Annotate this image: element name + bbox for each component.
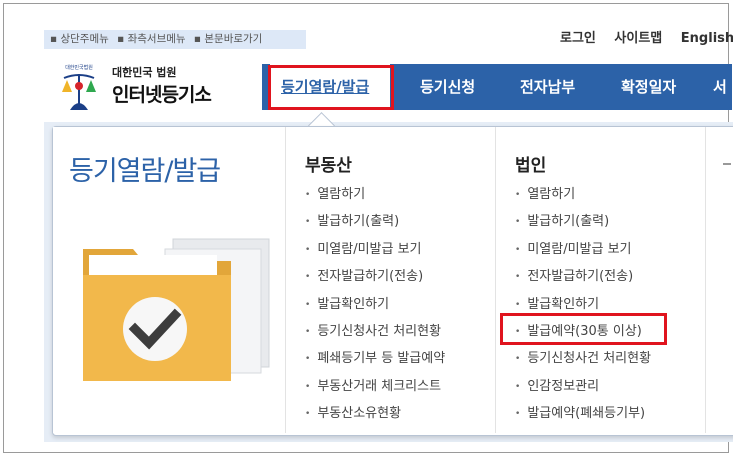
column-real-estate: 부동산 열람하기 발급하기(출력) 미열람/미발급 보기 전자발급하기(전송) …	[285, 127, 495, 433]
menu-item[interactable]: 발급예약(폐쇄등기부)	[515, 400, 651, 427]
menu-item[interactable]: 부동산소유현황	[305, 400, 445, 427]
menu-item[interactable]: 전자발급하기(전송)	[305, 263, 445, 290]
menu-item[interactable]: 미열람/미발급 보기	[305, 236, 445, 263]
logo-line2: 인터넷등기소	[112, 84, 212, 106]
cutoff-heading-fragment	[723, 163, 731, 165]
corporation-menu-list: 열람하기 발급하기(출력) 미열람/미발급 보기 전자발급하기(전송) 발급확인…	[515, 181, 651, 428]
menu-item[interactable]: 발급확인하기	[305, 291, 445, 318]
site-logo[interactable]: 대한민국법원 대한민국 법원 인터넷등기소	[52, 56, 242, 116]
sitemap-link[interactable]: 사이트맵	[614, 31, 662, 46]
skip-link-main-menu[interactable]: ▪ 상단주메뉴	[50, 33, 109, 45]
column-heading-real-estate: 부동산	[305, 156, 352, 176]
gnb-item-registry-apply[interactable]: 등기신청	[420, 64, 475, 110]
menu-item[interactable]: 열람하기	[515, 181, 651, 208]
login-link[interactable]: 로그인	[560, 31, 596, 46]
menu-item[interactable]: 발급하기(출력)	[515, 208, 651, 235]
menu-item[interactable]: 전자발급하기(전송)	[515, 263, 651, 290]
menu-item[interactable]: 열람하기	[305, 181, 445, 208]
highlight-box-reservation	[500, 313, 667, 345]
svg-text:대한민국법원: 대한민국법원	[65, 64, 93, 71]
gnb-item-cutoff[interactable]: 서	[713, 64, 727, 110]
skip-link-content[interactable]: ▪ 본문바로가기	[194, 33, 262, 45]
skip-navigation: ▪ 상단주메뉴 ▪ 좌측서브메뉴 ▪ 본문바로가기	[44, 30, 306, 49]
court-emblem-icon: 대한민국법원	[62, 64, 96, 110]
menu-item[interactable]: 폐쇄등기부 등 발급예약	[305, 345, 445, 372]
gnb-item-e-payment[interactable]: 전자납부	[520, 64, 575, 110]
english-link[interactable]: English	[681, 31, 733, 46]
column-cutoff	[705, 127, 733, 433]
mega-menu-dropdown: 등기열람/발급 부동산 열람하기 발급하기(출력) 미열람/미발급 보기 전자발…	[52, 126, 733, 436]
column-heading-corporation: 법인	[515, 156, 547, 176]
folder-check-icon	[83, 238, 270, 381]
menu-item[interactable]: 부동산거래 체크리스트	[305, 373, 445, 400]
menu-item[interactable]: 등기신청사건 처리현황	[305, 318, 445, 345]
gnb-item-fixed-date[interactable]: 확정일자	[621, 64, 676, 110]
dropdown-title: 등기열람/발급	[69, 156, 221, 187]
highlight-box-gnb	[268, 65, 394, 110]
skip-link-side-menu[interactable]: ▪ 좌측서브메뉴	[117, 33, 185, 45]
utility-nav: 로그인 사이트맵 English	[560, 27, 733, 46]
menu-item[interactable]: 발급하기(출력)	[305, 208, 445, 235]
menu-item[interactable]: 등기신청사건 처리현황	[515, 345, 651, 372]
logo-line1: 대한민국 법원	[112, 66, 177, 79]
dropdown-intro: 등기열람/발급	[53, 127, 285, 433]
real-estate-menu-list: 열람하기 발급하기(출력) 미열람/미발급 보기 전자발급하기(전송) 발급확인…	[305, 181, 445, 428]
menu-item[interactable]: 인감정보관리	[515, 373, 651, 400]
menu-item[interactable]: 미열람/미발급 보기	[515, 236, 651, 263]
column-corporation: 법인 열람하기 발급하기(출력) 미열람/미발급 보기 전자발급하기(전송) 발…	[495, 127, 705, 433]
